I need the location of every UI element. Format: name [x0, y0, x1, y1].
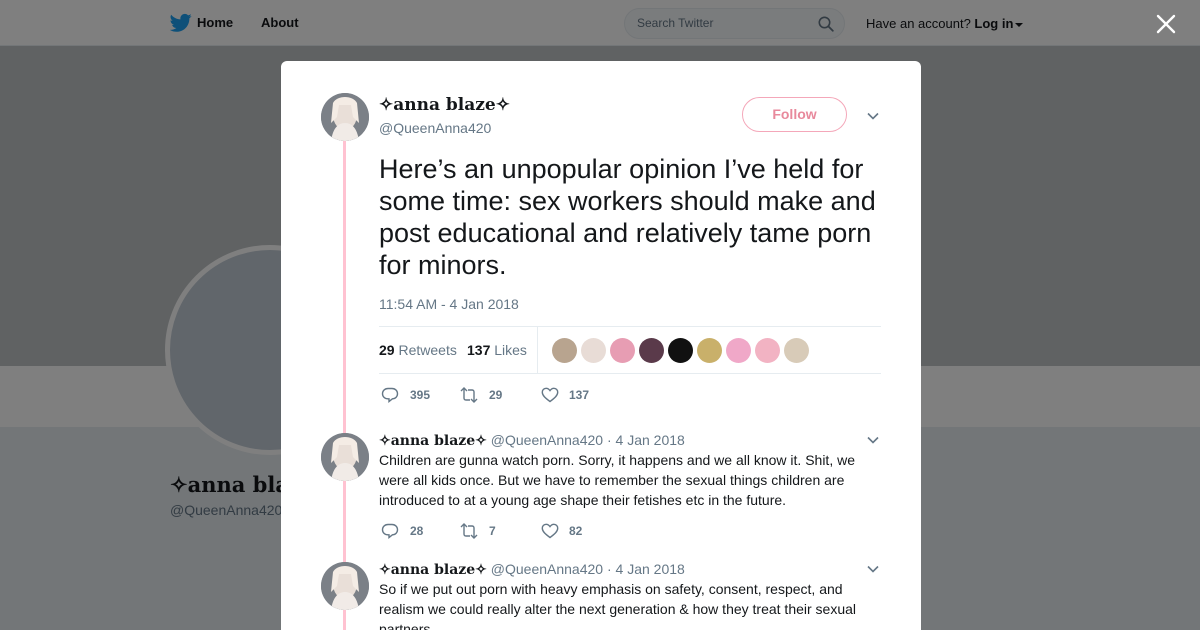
chevron-down-icon[interactable] [867, 436, 879, 444]
reply-text: Children are gunna watch porn. Sorry, it… [379, 452, 855, 508]
close-icon[interactable] [1156, 14, 1176, 34]
follow-button[interactable]: Follow [742, 97, 847, 132]
liker-avatar[interactable] [552, 338, 577, 363]
avatar[interactable] [321, 93, 369, 141]
reply-count[interactable]: 395 [410, 388, 430, 402]
liker-avatar[interactable] [610, 338, 635, 363]
reply-header: ✧anna blaze✧ @QueenAnna420 · 4 Jan 2018 [379, 432, 685, 449]
likes-count: 137 [467, 342, 491, 358]
chevron-down-icon[interactable] [867, 112, 879, 120]
reply-count[interactable]: 28 [410, 524, 423, 538]
reply-date[interactable]: · 4 Jan 2018 [607, 561, 685, 577]
retweet-count[interactable]: 29 [489, 388, 502, 402]
retweets-stat[interactable]: 29 Retweets [379, 342, 457, 358]
liker-avatar[interactable] [784, 338, 809, 363]
likes-label: Likes [494, 342, 527, 358]
liker-avatar[interactable] [726, 338, 751, 363]
reply-date[interactable]: · 4 Jan 2018 [607, 432, 685, 448]
liker-avatar[interactable] [697, 338, 722, 363]
like-count[interactable]: 137 [569, 388, 589, 402]
reply-icon[interactable] [381, 387, 399, 403]
retweet-count[interactable]: 7 [489, 524, 496, 538]
liker-avatar[interactable] [755, 338, 780, 363]
reply-text: So if we put out porn with heavy emphasi… [379, 581, 857, 630]
retweet-icon[interactable] [460, 387, 478, 403]
thread-line [343, 141, 346, 630]
tweet-author-handle[interactable]: @QueenAnna420 [379, 120, 491, 136]
tweet-modal: ✧anna blaze✧ @QueenAnna420 Follow Here’s… [281, 61, 921, 630]
tweet-text: Here’s an unpopular opinion I’ve held fo… [379, 154, 876, 280]
liker-avatar[interactable] [639, 338, 664, 363]
reply-header: ✧anna blaze✧ @QueenAnna420 · 4 Jan 2018 [379, 561, 685, 578]
reply-author-name[interactable]: ✧anna blaze✧ [379, 433, 487, 449]
heart-icon[interactable] [541, 387, 559, 403]
retweets-count: 29 [379, 342, 395, 358]
liker-avatar[interactable] [581, 338, 606, 363]
reply-author-handle[interactable]: @QueenAnna420 [491, 561, 603, 577]
heart-icon[interactable] [541, 523, 559, 539]
liker-avatar[interactable] [668, 338, 693, 363]
tweet-timestamp[interactable]: 11:54 AM - 4 Jan 2018 [379, 296, 519, 312]
reply-author-name[interactable]: ✧anna blaze✧ [379, 562, 487, 578]
stats-divider [537, 327, 538, 374]
avatar[interactable] [321, 433, 369, 481]
like-count[interactable]: 82 [569, 524, 582, 538]
tweet-stats: 29 Retweets 137 Likes [379, 326, 881, 374]
avatar[interactable] [321, 562, 369, 610]
reply-icon[interactable] [381, 523, 399, 539]
tweet-author-name[interactable]: ✧anna blaze✧ [379, 95, 510, 115]
reply-author-handle[interactable]: @QueenAnna420 [491, 432, 603, 448]
retweet-icon[interactable] [460, 523, 478, 539]
likes-stat[interactable]: 137 Likes [467, 342, 527, 358]
chevron-down-icon[interactable] [867, 565, 879, 573]
retweets-label: Retweets [398, 342, 457, 358]
